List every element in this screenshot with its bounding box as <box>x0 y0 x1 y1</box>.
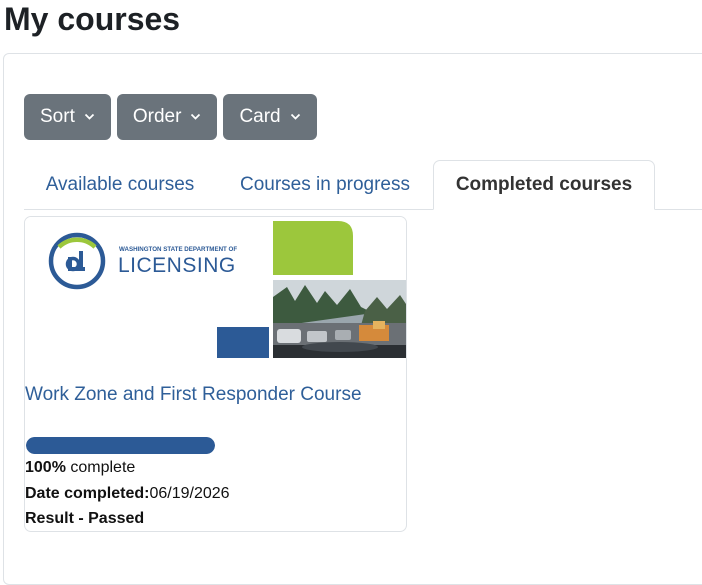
date-completed-value: 06/19/2026 <box>149 485 230 502</box>
logo-big-text: LICENSING <box>118 254 236 277</box>
road-photo <box>273 280 406 358</box>
progress-suffix: complete <box>65 459 136 476</box>
date-completed: Date completed:06/19/2026 <box>25 485 230 503</box>
result-text: Result - Passed <box>25 510 144 528</box>
order-label: Order <box>132 106 182 127</box>
progress-fill <box>26 437 215 454</box>
view-label: Card <box>239 106 281 127</box>
tab-label: Completed courses <box>455 174 633 195</box>
tab-completed-courses[interactable]: Completed courses <box>433 160 655 210</box>
blue-block <box>217 327 269 358</box>
chevron-down-icon <box>84 113 94 120</box>
tab-courses-in-progress[interactable]: Courses in progress <box>221 160 429 210</box>
view-dropdown-button[interactable]: Card <box>223 94 317 140</box>
result-label: Result - Passed <box>25 510 145 527</box>
tab-label: Courses in progress <box>239 174 411 195</box>
logo-small-text: WASHINGTON STATE DEPARTMENT OF <box>119 246 237 253</box>
page-title: My courses <box>4 1 181 37</box>
course-toolbar: Sort Order Card <box>24 94 317 140</box>
tab-available-courses[interactable]: Available courses <box>24 160 216 210</box>
sort-dropdown-button[interactable]: Sort <box>24 94 111 140</box>
sort-label: Sort <box>40 106 75 127</box>
chevron-down-icon <box>191 113 201 120</box>
progress-bar <box>26 437 215 454</box>
progress-text: 100% complete <box>25 459 135 477</box>
course-image[interactable]: WASHINGTON STATE DEPARTMENT OF LICENSING <box>25 217 407 358</box>
order-dropdown-button[interactable]: Order <box>116 94 218 140</box>
course-name-link[interactable]: Work Zone and First Responder Course <box>25 384 395 406</box>
progress-value: 100% <box>25 459 66 476</box>
tab-label: Available courses <box>45 174 195 195</box>
green-block <box>273 221 353 275</box>
date-completed-label: Date completed: <box>25 485 150 502</box>
chevron-down-icon <box>290 113 300 120</box>
